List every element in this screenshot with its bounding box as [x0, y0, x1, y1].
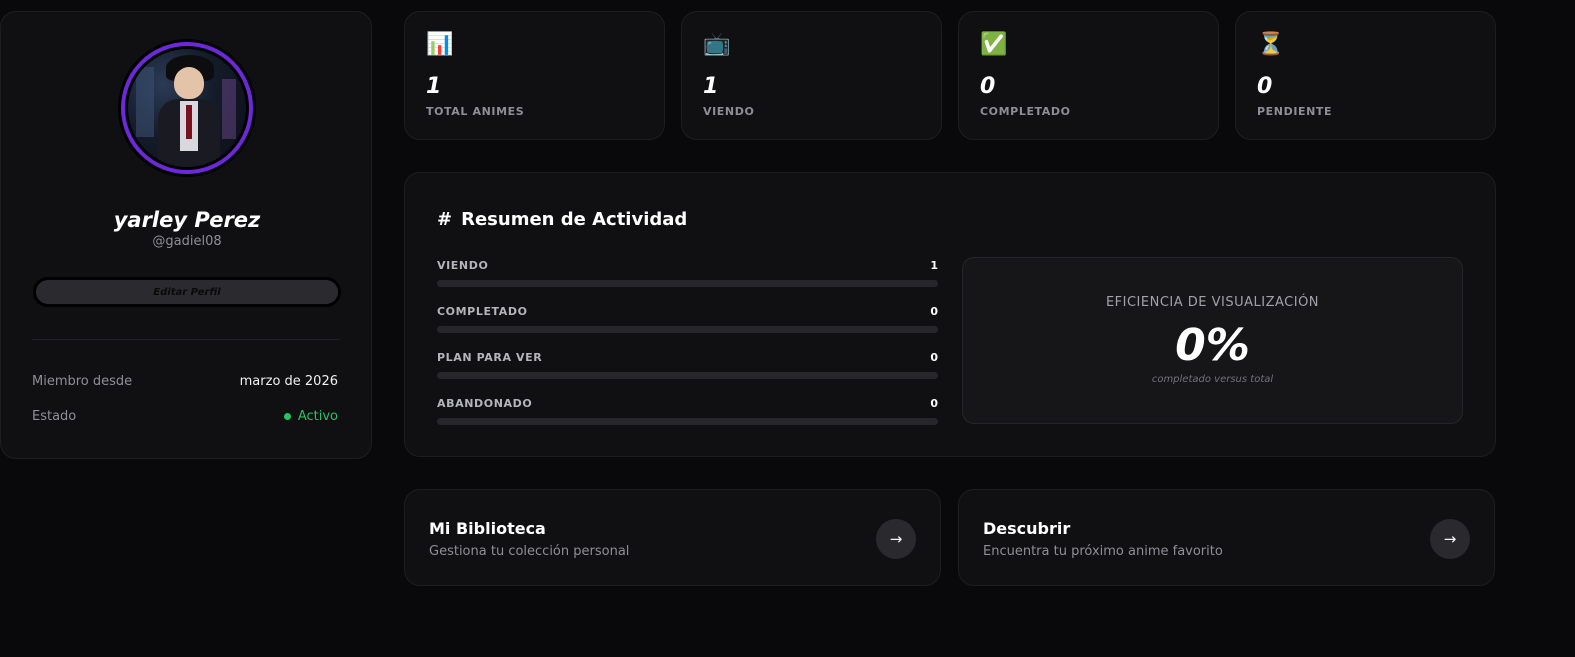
- stat-label: COMPLETADO: [980, 105, 1071, 118]
- library-title: Mi Biblioteca: [429, 519, 546, 538]
- stat-value: 0: [1257, 74, 1273, 99]
- activity-title-text: Resumen de Actividad: [461, 209, 688, 230]
- member-since-label: Miembro desde: [32, 374, 133, 389]
- activity-bar-abandonado: ABANDONADO 0: [437, 397, 938, 425]
- activity-summary-card: # Resumen de Actividad VIENDO 1 COMPLETA…: [404, 172, 1496, 457]
- profile-handle: @gadiel08: [152, 234, 222, 249]
- divider: [32, 339, 340, 340]
- efficiency-value: 0%: [1175, 320, 1250, 371]
- arrow-right-icon[interactable]: →: [1430, 519, 1470, 559]
- tv-icon: 📺: [703, 32, 731, 57]
- discover-card[interactable]: Descubrir Encuentra tu próximo anime fav…: [958, 489, 1495, 586]
- library-card[interactable]: Mi Biblioteca Gestiona tu colección pers…: [404, 489, 941, 586]
- stat-value: 1: [703, 74, 719, 99]
- bar-label: ABANDONADO: [437, 397, 533, 410]
- activity-title: # Resumen de Actividad: [437, 209, 687, 230]
- bar-label: COMPLETADO: [437, 305, 528, 318]
- progress-track: [437, 280, 938, 287]
- bar-label: VIENDO: [437, 259, 489, 272]
- library-subtitle: Gestiona tu colección personal: [429, 544, 630, 559]
- arrow-right-icon[interactable]: →: [876, 519, 916, 559]
- discover-subtitle: Encuentra tu próximo anime favorito: [983, 544, 1223, 559]
- check-mark-icon: ✅: [980, 32, 1008, 57]
- bar-count: 1: [930, 259, 938, 272]
- member-since-value: marzo de 2026: [239, 374, 338, 389]
- efficiency-subtitle: completado versus total: [1151, 374, 1274, 385]
- stat-card-completado: ✅ 0 COMPLETADO: [958, 11, 1219, 140]
- progress-track: [437, 372, 938, 379]
- activity-bar-plan-para-ver: PLAN PARA VER 0: [437, 351, 938, 379]
- status-badge: Activo: [283, 409, 338, 424]
- status-text: Activo: [297, 409, 338, 424]
- avatar-image: [128, 49, 246, 167]
- progress-track: [437, 326, 938, 333]
- stat-card-pendiente: ⏳ 0 PENDIENTE: [1235, 11, 1496, 140]
- efficiency-title: EFICIENCIA DE VISUALIZACIÓN: [1105, 295, 1320, 310]
- stat-card-total-animes: 📊 1 TOTAL ANIMES: [404, 11, 665, 140]
- profile-name: yarley Perez: [113, 208, 261, 232]
- status-label: Estado: [32, 409, 77, 424]
- edit-profile-button[interactable]: Editar Perfil: [33, 277, 341, 307]
- activity-bar-completado: COMPLETADO 0: [437, 305, 938, 333]
- bar-count: 0: [930, 305, 938, 318]
- discover-title: Descubrir: [983, 519, 1071, 538]
- avatar[interactable]: [121, 42, 253, 174]
- hash-icon: #: [437, 209, 453, 230]
- activity-bar-viendo: VIENDO 1: [437, 259, 938, 287]
- stat-card-viendo: 📺 1 VIENDO: [681, 11, 942, 140]
- bar-count: 0: [930, 397, 938, 410]
- stat-label: TOTAL ANIMES: [426, 105, 525, 118]
- status-dot-icon: [283, 413, 291, 420]
- progress-track: [437, 418, 938, 425]
- stat-label: PENDIENTE: [1257, 105, 1333, 118]
- bar-label: PLAN PARA VER: [437, 351, 543, 364]
- stat-value: 1: [426, 74, 442, 99]
- stat-value: 0: [980, 74, 996, 99]
- bar-count: 0: [930, 351, 938, 364]
- hourglass-icon: ⏳: [1257, 32, 1285, 57]
- stat-label: VIENDO: [703, 105, 755, 118]
- profile-card: yarley Perez @gadiel08 Editar Perfil Mie…: [0, 11, 372, 459]
- bar-chart-icon: 📊: [426, 32, 454, 57]
- efficiency-panel: EFICIENCIA DE VISUALIZACIÓN 0% completad…: [962, 257, 1463, 424]
